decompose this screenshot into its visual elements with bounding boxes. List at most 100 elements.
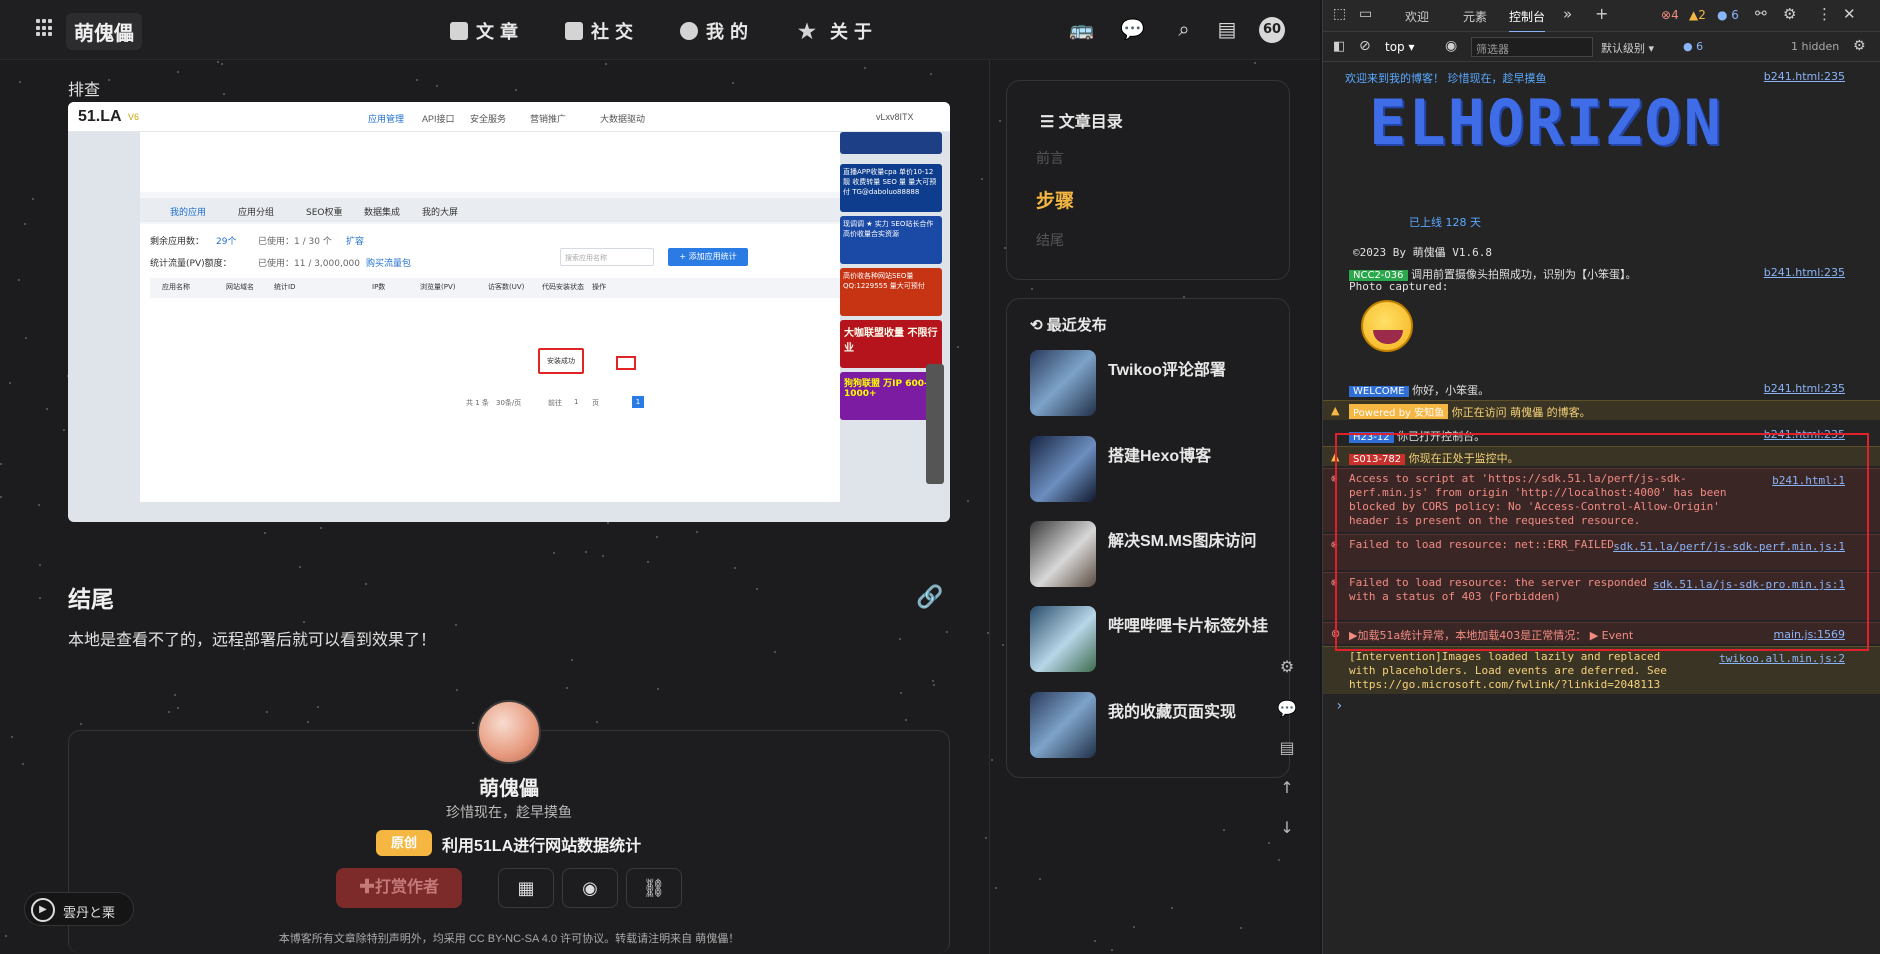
star-dot (995, 886, 998, 889)
original-badge: 原创 (376, 830, 432, 856)
more-options-icon[interactable]: ⋮ (1817, 5, 1832, 23)
weibo-share-button[interactable]: ◉ (562, 868, 618, 908)
screenshot-pager-page-input: 1 (574, 398, 579, 406)
toc-item[interactable]: 前言 (1036, 148, 1064, 168)
recent-post-item[interactable]: 我的收藏页面实现 (1030, 692, 1280, 762)
music-player[interactable]: ▶ 雲丹と栗 (24, 892, 134, 926)
devtools-tabbar: ⬚ ▭ 欢迎 元素 控制台 » + ⊗4 ▲2 ● 6 ⚯ ⚙ ⋮ ✕ (1323, 0, 1880, 33)
console-settings-icon[interactable]: ⚙ (1853, 38, 1866, 54)
log-level-select[interactable]: 默认级别 ▾ (1601, 40, 1654, 56)
screenshot-tab: 数据集成 (364, 208, 401, 218)
console-prompt[interactable]: › (1335, 698, 1343, 714)
layout-icon[interactable]: ▤ (1215, 17, 1239, 41)
smile-icon (680, 22, 698, 40)
menu-articles[interactable]: 文章 (450, 18, 524, 44)
toc-item[interactable]: 结尾 (1036, 230, 1064, 250)
source-link[interactable]: twikoo.all.min.js:2 (1719, 652, 1845, 666)
source-link[interactable]: b241.html:235 (1764, 70, 1845, 83)
tab-console[interactable]: 控制台 (1509, 8, 1546, 33)
wechat-icon[interactable]: 💬 (1120, 17, 1145, 41)
qrcode-share-button[interactable]: ▦ (498, 868, 554, 908)
screenshot-col: 网站域名 (226, 283, 254, 291)
qrcode-icon: ▦ (517, 878, 535, 899)
clear-console-icon[interactable]: ⊘ (1359, 38, 1371, 54)
settings-gear-icon[interactable]: ⚙ (1783, 5, 1796, 23)
screenshot-pager-goto: 前往 (548, 399, 562, 407)
connection-icon[interactable]: ⚯ (1755, 6, 1767, 22)
star-dot (1031, 288, 1034, 291)
tab-elements[interactable]: 元素 (1463, 8, 1487, 25)
screenshot-highlight-box (616, 356, 636, 370)
device-toggle-icon[interactable]: ▭ (1359, 6, 1372, 22)
scroll-bottom-button[interactable]: ↓ (1272, 813, 1302, 843)
screenshot-col: 操作 (592, 283, 606, 291)
live-expression-eye-icon[interactable]: ◉ (1445, 38, 1457, 54)
menu-about[interactable]: ★ 关于 (798, 18, 878, 44)
paragraph-fragment: 排查 (68, 82, 101, 99)
menu-social[interactable]: 社交 (565, 18, 639, 44)
post-thumbnail (1030, 606, 1096, 672)
screenshot-pv-buy-link: 购买流量包 (366, 259, 412, 269)
star-dot (1110, 949, 1113, 952)
post-thumbnail (1030, 521, 1096, 587)
recent-post-item[interactable]: Twikoo评论部署 (1030, 350, 1280, 420)
info-count[interactable]: ● 6 (1717, 8, 1739, 22)
post-thumbnail (1030, 436, 1096, 502)
star-dot (1093, 940, 1096, 943)
add-tab-icon[interactable]: + (1595, 4, 1608, 23)
close-devtools-icon[interactable]: ✕ (1843, 5, 1856, 23)
recent-post-item[interactable]: 搭建Hexo博客 (1030, 436, 1280, 506)
more-tabs-icon[interactable]: » (1563, 5, 1572, 23)
screenshot-ad: 现调调 ★ 实力 SEO站长合作 高价收量合实资源 (840, 216, 942, 264)
back-to-top-button[interactable]: ↑ (1272, 773, 1302, 803)
reading-mode-float-button[interactable]: ▤ (1272, 733, 1302, 763)
console-warning-row: [Intervention]Images loaded lazily and r… (1323, 646, 1880, 694)
tab-welcome[interactable]: 欢迎 (1405, 8, 1429, 25)
context-select[interactable]: top ▾ (1385, 40, 1415, 54)
play-icon[interactable]: ▶ (31, 898, 55, 922)
site-name[interactable]: 萌傀儡 (66, 13, 142, 50)
author-avatar (477, 700, 541, 764)
heading-link-icon[interactable]: 🔗 (916, 584, 943, 610)
recent-post-title: 搭建Hexo博客 (1108, 448, 1212, 465)
clipped-text-line (68, 54, 948, 66)
screenshot-search-box: 搜索应用名称 (560, 248, 654, 266)
screenshot-side-toolbar (926, 364, 944, 484)
apps-grid-icon[interactable] (36, 19, 52, 37)
reward-button[interactable]: ✚打赏作者 (336, 868, 462, 908)
screenshot-pv-used: 已使用：11 / 3,000,000 (258, 259, 361, 269)
arrow-up-icon: ↑ (1280, 778, 1294, 797)
menu-mine[interactable]: 我的 (680, 18, 754, 44)
post-thumbnail (1030, 692, 1096, 758)
devtools-panel: ⬚ ▭ 欢迎 元素 控制台 » + ⊗4 ▲2 ● 6 ⚯ ⚙ ⋮ ✕ ◧ ⊘ … (1322, 0, 1880, 954)
settings-float-button[interactable]: ⚙ (1272, 652, 1302, 682)
recent-post-item[interactable]: 哔哩哔哩卡片标签外挂 (1030, 606, 1280, 676)
hidden-count: 1 hidden (1791, 40, 1840, 53)
source-link[interactable]: b241.html:235 (1764, 266, 1845, 279)
online-count-badge[interactable]: 60 (1259, 17, 1285, 43)
screenshot-logo: 51.LA (78, 108, 122, 125)
bus-icon[interactable]: 🚌 (1069, 17, 1094, 41)
inspect-icon[interactable]: ⬚ (1333, 6, 1346, 22)
screenshot-promo-strip (140, 132, 840, 192)
post-title-link[interactable]: 利用51LA进行网站数据统计 (442, 832, 641, 856)
comments-float-button[interactable]: 💬 (1272, 694, 1302, 724)
warning-count[interactable]: ▲2 (1689, 8, 1706, 22)
console-log-row: Photo captured: (1349, 280, 1449, 293)
source-link[interactable]: b241.html:235 (1764, 382, 1845, 395)
copy-link-button[interactable]: ⛓ (626, 868, 682, 908)
error-count[interactable]: ⊗4 (1661, 8, 1679, 22)
screenshot-pager-total: 共 1 条 (466, 399, 489, 407)
star-dot (1133, 925, 1136, 928)
console-filter-bar: ◧ ⊘ top ▾ ◉ 筛选器 默认级别 ▾ ● 6 1 hidden ⚙ (1323, 32, 1880, 62)
console-filter-input[interactable]: 筛选器 (1471, 37, 1593, 57)
toc-item-active[interactable]: 步骤 (1036, 186, 1074, 213)
recent-post-title: 哔哩哔哩卡片标签外挂 (1108, 618, 1269, 635)
star-dot (1277, 858, 1280, 861)
recent-post-item[interactable]: 解决SM.MS图床访问 (1030, 521, 1280, 591)
issues-count[interactable]: ● 6 (1683, 40, 1703, 53)
search-icon[interactable]: ⌕ (1172, 17, 1196, 41)
screenshot-add-button: + 添加应用统计 (668, 248, 748, 266)
sidebar-toggle-icon[interactable]: ◧ (1333, 39, 1345, 54)
star-dot (1039, 877, 1042, 880)
